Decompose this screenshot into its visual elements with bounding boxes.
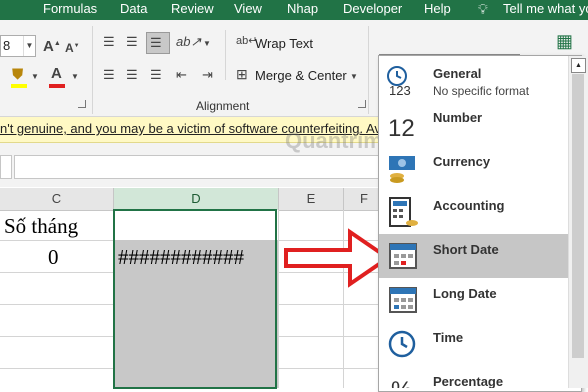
decrease-indent-icon[interactable]: ⇤ — [176, 68, 187, 82]
align-right-icon[interactable]: ☰ — [150, 68, 162, 82]
format-option-general[interactable]: 123 General No specific format — [379, 58, 568, 102]
tab-nhap[interactable]: Nhap — [287, 1, 318, 16]
fill-color-swatch — [11, 84, 27, 88]
accounting-icon — [389, 197, 418, 227]
decrease-font-icon[interactable]: A▼ — [65, 39, 80, 55]
chevron-down-icon[interactable]: ▼ — [203, 37, 211, 51]
tab-view[interactable]: View — [234, 1, 262, 16]
chevron-down-icon[interactable]: ▼ — [71, 70, 79, 84]
font-color-swatch — [49, 84, 65, 88]
increase-indent-icon[interactable]: ⇥ — [202, 68, 213, 82]
format-option-title: Number — [433, 110, 483, 125]
lightbulb-icon[interactable]: 💡︎ — [478, 1, 488, 18]
alignment-group-label: Alignment — [196, 99, 250, 113]
currency-icon — [389, 156, 415, 183]
align-middle-icon[interactable]: ☰ — [126, 35, 138, 49]
align-left-icon[interactable]: ☰ — [103, 68, 115, 82]
merge-center-icon[interactable]: ⊞ — [236, 67, 248, 81]
font-size-value: 8 — [3, 38, 11, 53]
tab-help[interactable]: Help — [424, 1, 451, 16]
tab-formulas[interactable]: Formulas — [43, 1, 97, 16]
number-icon: 12 — [388, 115, 415, 140]
general-icon: 123 — [387, 66, 411, 96]
svg-text:123: 123 — [389, 83, 411, 96]
format-option-number[interactable]: 12 Number — [379, 102, 568, 146]
short-date-icon — [389, 243, 417, 269]
dropdown-scrollbar[interactable]: ▲ — [568, 56, 588, 388]
percentage-icon: % — [391, 377, 412, 388]
scroll-thumb[interactable] — [572, 74, 584, 358]
group-separator — [225, 30, 226, 80]
conditional-format-icon[interactable]: ▦ — [556, 32, 573, 50]
increase-font-icon[interactable]: A▲ — [43, 37, 61, 54]
format-option-time[interactable]: Time — [379, 322, 568, 366]
format-option-title: Short Date — [433, 242, 499, 257]
format-option-title: Currency — [433, 154, 491, 169]
chevron-down-icon[interactable]: ▼ — [23, 36, 35, 56]
align-top-icon[interactable]: ☰ — [103, 35, 115, 49]
svg-text:%: % — [391, 377, 412, 388]
column-header-e[interactable]: E — [279, 188, 344, 211]
align-bottom-icon: ☰ — [150, 35, 162, 50]
format-option-title: Time — [433, 330, 464, 345]
scroll-up-icon[interactable]: ▲ — [571, 58, 586, 73]
cell-c1[interactable]: Số tháng — [4, 214, 78, 239]
column-label-c: C — [51, 191, 62, 206]
time-icon — [388, 330, 416, 358]
format-option-subtitle: No specific format — [433, 84, 530, 98]
font-color-icon[interactable]: A — [51, 66, 62, 81]
group-separator — [92, 26, 93, 114]
group-separator — [368, 26, 369, 114]
tab-developer[interactable]: Developer — [343, 1, 402, 16]
cell-c2[interactable]: 0 — [48, 245, 59, 270]
grid-line — [278, 210, 279, 388]
ribbon-tab-bar: Formulas Data Review View Nhap Developer… — [0, 0, 588, 20]
format-option-currency[interactable]: Currency — [379, 146, 568, 190]
format-option-title: Percentage — [433, 374, 504, 388]
format-option-percentage[interactable]: % Percentage — [379, 366, 568, 388]
svg-text:12: 12 — [388, 115, 415, 140]
font-size-select[interactable]: 8 ▼ — [0, 35, 36, 57]
name-box[interactable] — [0, 155, 12, 179]
fill-color-icon[interactable]: ⛊ — [12, 67, 23, 82]
tab-data[interactable]: Data — [120, 1, 147, 16]
orientation-icon[interactable]: ab↗ — [176, 35, 201, 49]
format-option-accounting[interactable]: Accounting — [379, 190, 568, 234]
format-option-title: General — [433, 66, 482, 81]
format-option-title: Long Date — [433, 286, 497, 301]
alignment-dialog-launcher-icon[interactable] — [358, 100, 366, 108]
column-label-e: E — [306, 191, 316, 206]
font-dialog-launcher-icon[interactable] — [78, 100, 86, 108]
chevron-down-icon[interactable]: ▼ — [350, 70, 358, 84]
format-option-short-date[interactable]: Short Date — [379, 234, 568, 278]
chevron-down-icon[interactable]: ▼ — [31, 70, 39, 84]
selection-border — [113, 209, 277, 389]
wrap-text-button[interactable]: Wrap Text — [255, 36, 313, 51]
tell-me-search[interactable]: Tell me what yo — [503, 1, 588, 16]
format-option-title: Accounting — [433, 198, 505, 213]
column-header-c[interactable]: C — [0, 188, 114, 211]
long-date-icon — [389, 287, 417, 313]
cell-d2[interactable]: ############ — [118, 245, 244, 270]
align-center-icon[interactable]: ☰ — [126, 68, 138, 82]
tab-review[interactable]: Review — [171, 1, 214, 16]
format-option-long-date[interactable]: Long Date — [379, 278, 568, 322]
merge-center-button[interactable]: Merge & Center — [255, 68, 347, 83]
column-label-f: F — [360, 191, 368, 206]
column-label-d: D — [191, 191, 201, 206]
